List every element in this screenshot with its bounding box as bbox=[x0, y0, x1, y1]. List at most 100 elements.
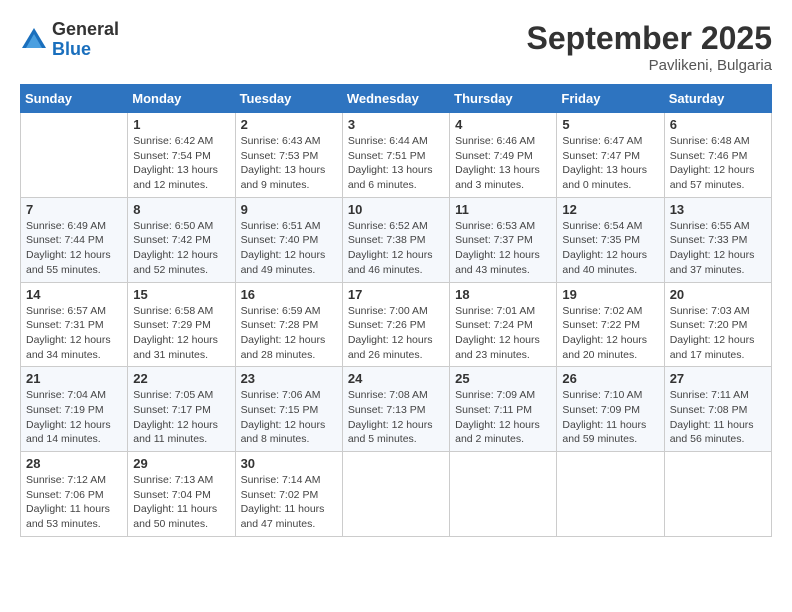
calendar-week-3: 21 Sunrise: 7:04 AMSunset: 7:19 PMDayligh… bbox=[21, 367, 772, 452]
calendar-cell bbox=[557, 452, 664, 537]
day-info: Sunrise: 6:46 AMSunset: 7:49 PMDaylight:… bbox=[455, 134, 551, 193]
calendar-cell: 25 Sunrise: 7:09 AMSunset: 7:11 PMDayligh… bbox=[450, 367, 557, 452]
calendar-cell: 5 Sunrise: 6:47 AMSunset: 7:47 PMDaylight… bbox=[557, 113, 664, 198]
day-info: Sunrise: 7:10 AMSunset: 7:09 PMDaylight:… bbox=[562, 388, 658, 447]
calendar-cell: 8 Sunrise: 6:50 AMSunset: 7:42 PMDaylight… bbox=[128, 197, 235, 282]
calendar-cell: 2 Sunrise: 6:43 AMSunset: 7:53 PMDaylight… bbox=[235, 113, 342, 198]
day-number: 18 bbox=[455, 287, 551, 302]
day-number: 12 bbox=[562, 202, 658, 217]
calendar-week-1: 7 Sunrise: 6:49 AMSunset: 7:44 PMDaylight… bbox=[21, 197, 772, 282]
day-info: Sunrise: 7:05 AMSunset: 7:17 PMDaylight:… bbox=[133, 388, 229, 447]
calendar-cell: 4 Sunrise: 6:46 AMSunset: 7:49 PMDaylight… bbox=[450, 113, 557, 198]
day-info: Sunrise: 6:48 AMSunset: 7:46 PMDaylight:… bbox=[670, 134, 766, 193]
day-number: 23 bbox=[241, 371, 337, 386]
calendar-cell: 23 Sunrise: 7:06 AMSunset: 7:15 PMDayligh… bbox=[235, 367, 342, 452]
calendar-cell: 19 Sunrise: 7:02 AMSunset: 7:22 PMDayligh… bbox=[557, 282, 664, 367]
day-info: Sunrise: 7:13 AMSunset: 7:04 PMDaylight:… bbox=[133, 473, 229, 532]
day-info: Sunrise: 6:49 AMSunset: 7:44 PMDaylight:… bbox=[26, 219, 122, 278]
day-number: 16 bbox=[241, 287, 337, 302]
day-info: Sunrise: 6:44 AMSunset: 7:51 PMDaylight:… bbox=[348, 134, 444, 193]
day-number: 14 bbox=[26, 287, 122, 302]
calendar-header-friday: Friday bbox=[557, 85, 664, 113]
calendar-cell: 18 Sunrise: 7:01 AMSunset: 7:24 PMDayligh… bbox=[450, 282, 557, 367]
calendar-cell: 16 Sunrise: 6:59 AMSunset: 7:28 PMDayligh… bbox=[235, 282, 342, 367]
calendar-cell: 11 Sunrise: 6:53 AMSunset: 7:37 PMDayligh… bbox=[450, 197, 557, 282]
day-info: Sunrise: 7:01 AMSunset: 7:24 PMDaylight:… bbox=[455, 304, 551, 363]
calendar-week-2: 14 Sunrise: 6:57 AMSunset: 7:31 PMDayligh… bbox=[21, 282, 772, 367]
calendar-cell: 6 Sunrise: 6:48 AMSunset: 7:46 PMDaylight… bbox=[664, 113, 771, 198]
day-number: 26 bbox=[562, 371, 658, 386]
calendar-week-4: 28Sunrise: 7:12 AMSunset: 7:06 PMDayligh… bbox=[21, 452, 772, 537]
calendar: SundayMondayTuesdayWednesdayThursdayFrid… bbox=[20, 84, 772, 537]
calendar-cell: 12 Sunrise: 6:54 AMSunset: 7:35 PMDayligh… bbox=[557, 197, 664, 282]
day-info: Sunrise: 7:04 AMSunset: 7:19 PMDaylight:… bbox=[26, 388, 122, 447]
calendar-cell bbox=[21, 113, 128, 198]
logo-text: General Blue bbox=[52, 20, 119, 60]
day-number: 24 bbox=[348, 371, 444, 386]
calendar-cell: 24 Sunrise: 7:08 AMSunset: 7:13 PMDayligh… bbox=[342, 367, 449, 452]
day-info: Sunrise: 6:50 AMSunset: 7:42 PMDaylight:… bbox=[133, 219, 229, 278]
calendar-header-saturday: Saturday bbox=[664, 85, 771, 113]
calendar-cell bbox=[342, 452, 449, 537]
day-number: 6 bbox=[670, 117, 766, 132]
calendar-header-monday: Monday bbox=[128, 85, 235, 113]
day-info: Sunrise: 7:09 AMSunset: 7:11 PMDaylight:… bbox=[455, 388, 551, 447]
calendar-cell: 13 Sunrise: 6:55 AMSunset: 7:33 PMDayligh… bbox=[664, 197, 771, 282]
day-number: 27 bbox=[670, 371, 766, 386]
day-number: 4 bbox=[455, 117, 551, 132]
day-number: 19 bbox=[562, 287, 658, 302]
calendar-cell: 26 Sunrise: 7:10 AMSunset: 7:09 PMDayligh… bbox=[557, 367, 664, 452]
day-info: Sunrise: 6:54 AMSunset: 7:35 PMDaylight:… bbox=[562, 219, 658, 278]
calendar-cell: 7 Sunrise: 6:49 AMSunset: 7:44 PMDaylight… bbox=[21, 197, 128, 282]
calendar-cell: 17 Sunrise: 7:00 AMSunset: 7:26 PMDayligh… bbox=[342, 282, 449, 367]
day-info: Sunrise: 6:53 AMSunset: 7:37 PMDaylight:… bbox=[455, 219, 551, 278]
day-number: 7 bbox=[26, 202, 122, 217]
calendar-body: 1Sunrise: 6:42 AMSunset: 7:54 PMDaylight… bbox=[21, 113, 772, 537]
day-info: Sunrise: 7:03 AMSunset: 7:20 PMDaylight:… bbox=[670, 304, 766, 363]
day-number: 8 bbox=[133, 202, 229, 217]
day-number: 20 bbox=[670, 287, 766, 302]
calendar-header-wednesday: Wednesday bbox=[342, 85, 449, 113]
day-info: Sunrise: 7:00 AMSunset: 7:26 PMDaylight:… bbox=[348, 304, 444, 363]
day-info: Sunrise: 6:42 AMSunset: 7:54 PMDaylight:… bbox=[133, 134, 229, 193]
header: General Blue September 2025 Pavlikeni, B… bbox=[20, 20, 772, 74]
day-info: Sunrise: 6:52 AMSunset: 7:38 PMDaylight:… bbox=[348, 219, 444, 278]
calendar-header-tuesday: Tuesday bbox=[235, 85, 342, 113]
day-info: Sunrise: 6:58 AMSunset: 7:29 PMDaylight:… bbox=[133, 304, 229, 363]
day-info: Sunrise: 6:51 AMSunset: 7:40 PMDaylight:… bbox=[241, 219, 337, 278]
day-info: Sunrise: 7:11 AMSunset: 7:08 PMDaylight:… bbox=[670, 388, 766, 447]
calendar-cell: 28Sunrise: 7:12 AMSunset: 7:06 PMDayligh… bbox=[21, 452, 128, 537]
day-info: Sunrise: 6:47 AMSunset: 7:47 PMDaylight:… bbox=[562, 134, 658, 193]
day-info: Sunrise: 6:59 AMSunset: 7:28 PMDaylight:… bbox=[241, 304, 337, 363]
day-number: 25 bbox=[455, 371, 551, 386]
calendar-cell: 10 Sunrise: 6:52 AMSunset: 7:38 PMDayligh… bbox=[342, 197, 449, 282]
day-number: 11 bbox=[455, 202, 551, 217]
day-info: Sunrise: 6:43 AMSunset: 7:53 PMDaylight:… bbox=[241, 134, 337, 193]
day-info: Sunrise: 7:06 AMSunset: 7:15 PMDaylight:… bbox=[241, 388, 337, 447]
day-info: Sunrise: 6:57 AMSunset: 7:31 PMDaylight:… bbox=[26, 304, 122, 363]
day-number: 10 bbox=[348, 202, 444, 217]
calendar-cell: 22Sunrise: 7:05 AMSunset: 7:17 PMDayligh… bbox=[128, 367, 235, 452]
day-number: 2 bbox=[241, 117, 337, 132]
day-number: 29 bbox=[133, 456, 229, 471]
day-info: Sunrise: 7:08 AMSunset: 7:13 PMDaylight:… bbox=[348, 388, 444, 447]
day-number: 30 bbox=[241, 456, 337, 471]
calendar-cell: 29 Sunrise: 7:13 AMSunset: 7:04 PMDayligh… bbox=[128, 452, 235, 537]
calendar-cell: 27 Sunrise: 7:11 AMSunset: 7:08 PMDayligh… bbox=[664, 367, 771, 452]
calendar-header-thursday: Thursday bbox=[450, 85, 557, 113]
calendar-header-sunday: Sunday bbox=[21, 85, 128, 113]
day-number: 21 bbox=[26, 371, 122, 386]
day-info: Sunrise: 6:55 AMSunset: 7:33 PMDaylight:… bbox=[670, 219, 766, 278]
day-number: 17 bbox=[348, 287, 444, 302]
calendar-cell: 1Sunrise: 6:42 AMSunset: 7:54 PMDaylight… bbox=[128, 113, 235, 198]
day-number: 5 bbox=[562, 117, 658, 132]
title-area: September 2025 Pavlikeni, Bulgaria bbox=[527, 20, 772, 74]
day-number: 13 bbox=[670, 202, 766, 217]
day-info: Sunrise: 7:02 AMSunset: 7:22 PMDaylight:… bbox=[562, 304, 658, 363]
logo: General Blue bbox=[20, 20, 119, 60]
calendar-week-0: 1Sunrise: 6:42 AMSunset: 7:54 PMDaylight… bbox=[21, 113, 772, 198]
calendar-cell: 14 Sunrise: 6:57 AMSunset: 7:31 PMDayligh… bbox=[21, 282, 128, 367]
month-title: September 2025 bbox=[527, 20, 772, 57]
day-info: Sunrise: 7:14 AMSunset: 7:02 PMDaylight:… bbox=[241, 473, 337, 532]
location: Pavlikeni, Bulgaria bbox=[527, 57, 772, 74]
